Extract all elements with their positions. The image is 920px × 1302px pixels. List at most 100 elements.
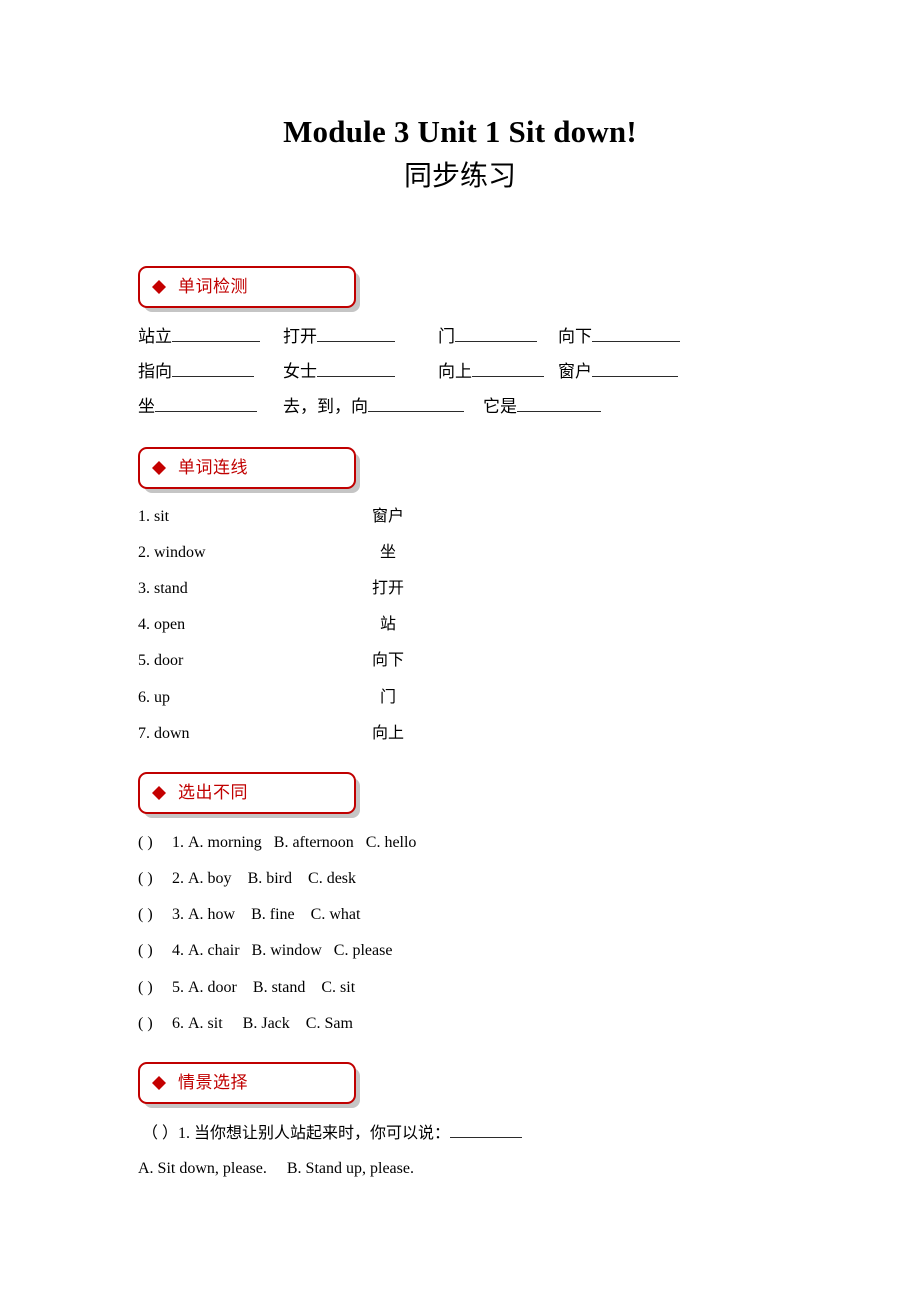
situational-question[interactable]: （ ）1. 当你想让别人站起来时，你可以说： [142, 1122, 523, 1145]
answer-parenthesis[interactable]: ( ) [138, 904, 172, 926]
vocab-row: 指向 女士 向上 窗户 [138, 360, 878, 384]
diamond-icon [152, 1069, 166, 1090]
answer-blank[interactable] [472, 361, 544, 377]
answer-blank[interactable] [368, 396, 464, 412]
choice-number: 1. [172, 834, 184, 851]
answer-blank[interactable] [592, 361, 678, 377]
answer-parenthesis[interactable]: ( ) [138, 832, 172, 854]
choice-option-b[interactable]: B. afternoon [274, 832, 354, 854]
vocab-item: 打开 [283, 325, 395, 349]
title-main: Module 3 Unit 1 Sit down! [283, 114, 637, 149]
answer-blank[interactable] [450, 1122, 523, 1138]
choice-option-a[interactable]: A. chair [188, 940, 240, 962]
diamond-icon [152, 779, 166, 800]
answer-blank[interactable] [455, 326, 537, 342]
choice-option-b[interactable]: B. stand [253, 977, 305, 999]
choice-row[interactable]: ( ) 6. A. sit B. Jack C. Sam [138, 1013, 353, 1035]
vocab-prompt: 去，到，向 [283, 397, 368, 416]
section-header-odd-one-out: 选出不同 [138, 772, 356, 814]
match-row[interactable]: 5. door 向下 [138, 650, 458, 672]
choice-row[interactable]: ( ) 4. A. chair B. window C. please [138, 940, 392, 962]
vocab-prompt: 女士 [283, 362, 317, 381]
choice-number: 3. [172, 906, 184, 923]
vocab-item: 女士 [283, 360, 395, 384]
answer-blank[interactable] [317, 326, 395, 342]
choice-number: 6. [172, 1015, 184, 1032]
match-english: 6. up [138, 689, 170, 706]
vocab-item: 向下 [558, 325, 680, 349]
section-title-situational: 情景选择 [178, 1072, 248, 1093]
answer-blank[interactable] [517, 396, 601, 412]
match-row[interactable]: 3. stand 打开 [138, 578, 458, 600]
match-row[interactable]: 7. down 向上 [138, 723, 458, 745]
match-chinese: 向上 [371, 725, 404, 742]
answer-parenthesis[interactable]: ( ) [138, 977, 172, 999]
match-chinese: 坐 [379, 544, 396, 561]
page-title: Module 3 Unit 1 Sit down! 同步练习 [0, 112, 920, 196]
situational-option-b[interactable]: B. Stand up, please. [287, 1158, 414, 1180]
choice-option-c[interactable]: C. sit [321, 977, 355, 999]
choice-row[interactable]: ( ) 1. A. morning B. afternoon C. hello [138, 832, 416, 854]
answer-parenthesis[interactable]: ( ) [138, 868, 172, 890]
vocab-prompt: 窗户 [558, 362, 592, 381]
choice-option-b[interactable]: B. window [252, 940, 322, 962]
vocab-item: 它是 [483, 395, 601, 419]
match-row[interactable]: 4. open 站 [138, 614, 458, 636]
situational-options[interactable]: A. Sit down, please. B. Stand up, please… [138, 1158, 414, 1180]
vocab-row: 站立 打开 门 向下 [138, 325, 878, 349]
match-chinese: 门 [379, 689, 396, 706]
answer-parenthesis[interactable]: ( ) [138, 940, 172, 962]
answer-parenthesis[interactable]: （ ） [142, 1125, 178, 1142]
section-title-odd-one-out: 选出不同 [178, 782, 248, 803]
match-row[interactable]: 2. window 坐 [138, 542, 458, 564]
vocab-item: 站立 [138, 325, 260, 349]
section-header-situational: 情景选择 [138, 1062, 356, 1104]
match-english: 4. open [138, 616, 186, 633]
choice-row[interactable]: ( ) 5. A. door B. stand C. sit [138, 977, 355, 999]
match-english: 2. window [138, 544, 206, 561]
choice-option-c[interactable]: C. please [334, 940, 393, 962]
choice-option-a[interactable]: A. how [188, 904, 235, 926]
match-chinese: 打开 [371, 580, 404, 597]
section-header-vocab-check: 单词检测 [138, 266, 356, 308]
choice-row[interactable]: ( ) 2. A. boy B. bird C. desk [138, 868, 356, 890]
choice-row[interactable]: ( ) 3. A. how B. fine C. what [138, 904, 360, 926]
match-english: 1. sit [138, 508, 170, 525]
diamond-icon [152, 273, 166, 294]
vocab-prompt: 门 [438, 327, 455, 346]
vocab-prompt: 它是 [483, 397, 517, 416]
match-row[interactable]: 1. sit 窗户 [138, 506, 458, 528]
match-english: 3. stand [138, 580, 188, 597]
vocab-prompt: 打开 [283, 327, 317, 346]
vocab-item: 窗户 [558, 360, 678, 384]
answer-blank[interactable] [172, 361, 254, 377]
choice-option-a[interactable]: A. boy [188, 868, 232, 890]
choice-option-c[interactable]: C. hello [366, 832, 417, 854]
vocab-item: 门 [438, 325, 537, 349]
vocab-prompt: 站立 [138, 327, 172, 346]
answer-blank[interactable] [155, 396, 257, 412]
situational-option-a[interactable]: A. Sit down, please. [138, 1158, 267, 1180]
choice-option-c[interactable]: C. Sam [306, 1013, 353, 1035]
choice-option-b[interactable]: B. bird [248, 868, 292, 890]
choice-option-b[interactable]: B. fine [251, 904, 295, 926]
vocab-item: 去，到，向 [283, 395, 464, 419]
choice-option-c[interactable]: C. desk [308, 868, 356, 890]
question-number: 1. [178, 1125, 191, 1142]
vocab-item: 指向 [138, 360, 254, 384]
question-text: 当你想让别人站起来时，你可以说： [194, 1125, 451, 1142]
choice-option-a[interactable]: A. morning [188, 832, 262, 854]
answer-blank[interactable] [172, 326, 260, 342]
choice-option-a[interactable]: A. door [188, 977, 237, 999]
vocab-item: 坐 [138, 395, 257, 419]
match-row[interactable]: 6. up 门 [138, 687, 458, 709]
choice-option-a[interactable]: A. sit [188, 1013, 223, 1035]
answer-blank[interactable] [592, 326, 680, 342]
answer-parenthesis[interactable]: ( ) [138, 1013, 172, 1035]
choice-option-b[interactable]: B. Jack [243, 1013, 290, 1035]
diamond-icon [152, 454, 166, 475]
choice-option-c[interactable]: C. what [311, 904, 361, 926]
section-header-word-match: 单词连线 [138, 447, 356, 489]
answer-blank[interactable] [317, 361, 395, 377]
vocab-prompt: 指向 [138, 362, 172, 381]
